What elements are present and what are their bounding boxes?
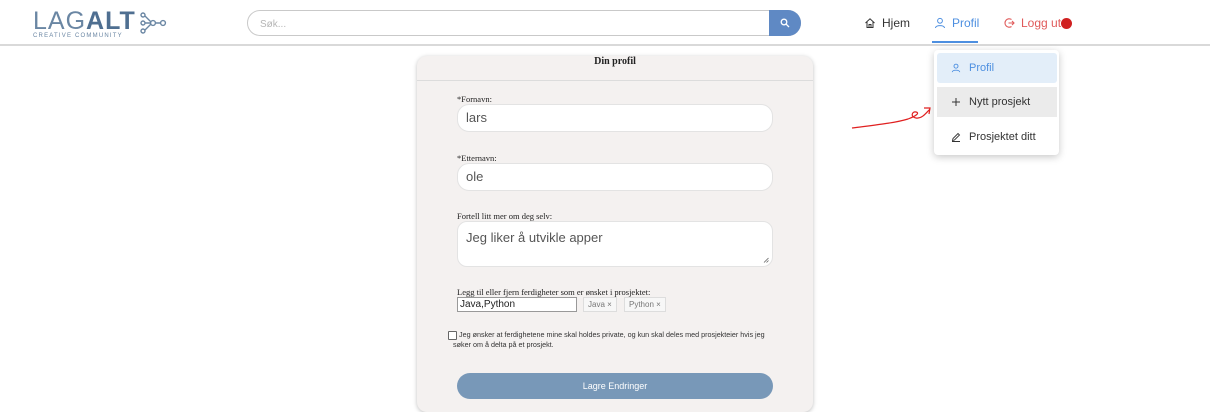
nav-profil[interactable]: Profil [934, 16, 979, 30]
pencil-icon [951, 132, 961, 142]
profile-form-card: Din profil *Fornavn: lars *Etternavn: ol… [417, 56, 813, 412]
menu-item-label: Profil [969, 62, 995, 74]
profile-dropdown-menu: Profil Nytt prosjekt Prosjektet ditt [934, 50, 1059, 155]
privacy-consent-text: Jeg ønsker at ferdighetene mine skal hol… [453, 330, 765, 349]
active-tab-indicator [932, 41, 978, 43]
save-changes-button[interactable]: Lagre Endringer [457, 373, 773, 399]
top-navbar: LAGALT CREATIVE COMMUNITY Hjem [0, 0, 1210, 46]
user-icon [951, 63, 961, 73]
about-label: Fortell litt mer om deg selv: [457, 211, 553, 221]
skill-chip-java[interactable]: Java × [583, 297, 617, 312]
notification-dot [1061, 17, 1073, 29]
logo-text: LAGALT [33, 7, 136, 35]
firstname-field[interactable]: lars [457, 104, 773, 132]
lastname-label: *Etternavn: [457, 153, 497, 163]
skill-chip-python[interactable]: Python × [624, 297, 666, 312]
search-bar [247, 10, 801, 36]
menu-item-profil[interactable]: Profil [937, 53, 1057, 83]
plus-icon [952, 98, 960, 106]
nav-profil-label: Profil [952, 16, 980, 30]
menu-item-label: Nytt prosjekt [969, 96, 1031, 108]
nav-logout[interactable]: Logg ut [1003, 16, 1073, 30]
lastname-field[interactable]: ole [457, 163, 773, 191]
about-text: Jeg liker å utvikle apper [466, 230, 603, 245]
firstname-label: *Fornavn: [457, 94, 492, 104]
lagalt-logo[interactable]: LAGALT CREATIVE COMMUNITY [33, 7, 167, 41]
logout-icon [1004, 18, 1015, 28]
user-icon [935, 17, 945, 29]
annotation-arrow [851, 107, 931, 129]
nav-home[interactable]: Hjem [864, 16, 910, 30]
nav-logout-label: Logg ut [1021, 16, 1062, 30]
search-button[interactable] [769, 10, 801, 36]
logo-subtitle: CREATIVE COMMUNITY [33, 33, 123, 39]
card-title: Din profil [417, 56, 813, 81]
menu-item-nytt-prosjekt[interactable]: Nytt prosjekt [937, 87, 1057, 117]
menu-item-prosjektet-ditt[interactable]: Prosjektet ditt [937, 122, 1057, 152]
skills-input[interactable]: Java,Python [457, 297, 577, 312]
home-icon [865, 18, 875, 28]
nav-home-label: Hjem [882, 16, 911, 30]
about-textarea[interactable]: Jeg liker å utvikle apper [457, 221, 773, 267]
menu-item-label: Prosjektet ditt [969, 131, 1036, 143]
skills-label: Legg til eller fjern ferdigheter som er … [457, 287, 651, 297]
network-icon [140, 12, 167, 34]
search-input[interactable] [260, 15, 760, 33]
resize-handle-icon[interactable] [763, 257, 769, 263]
search-icon [780, 18, 790, 28]
